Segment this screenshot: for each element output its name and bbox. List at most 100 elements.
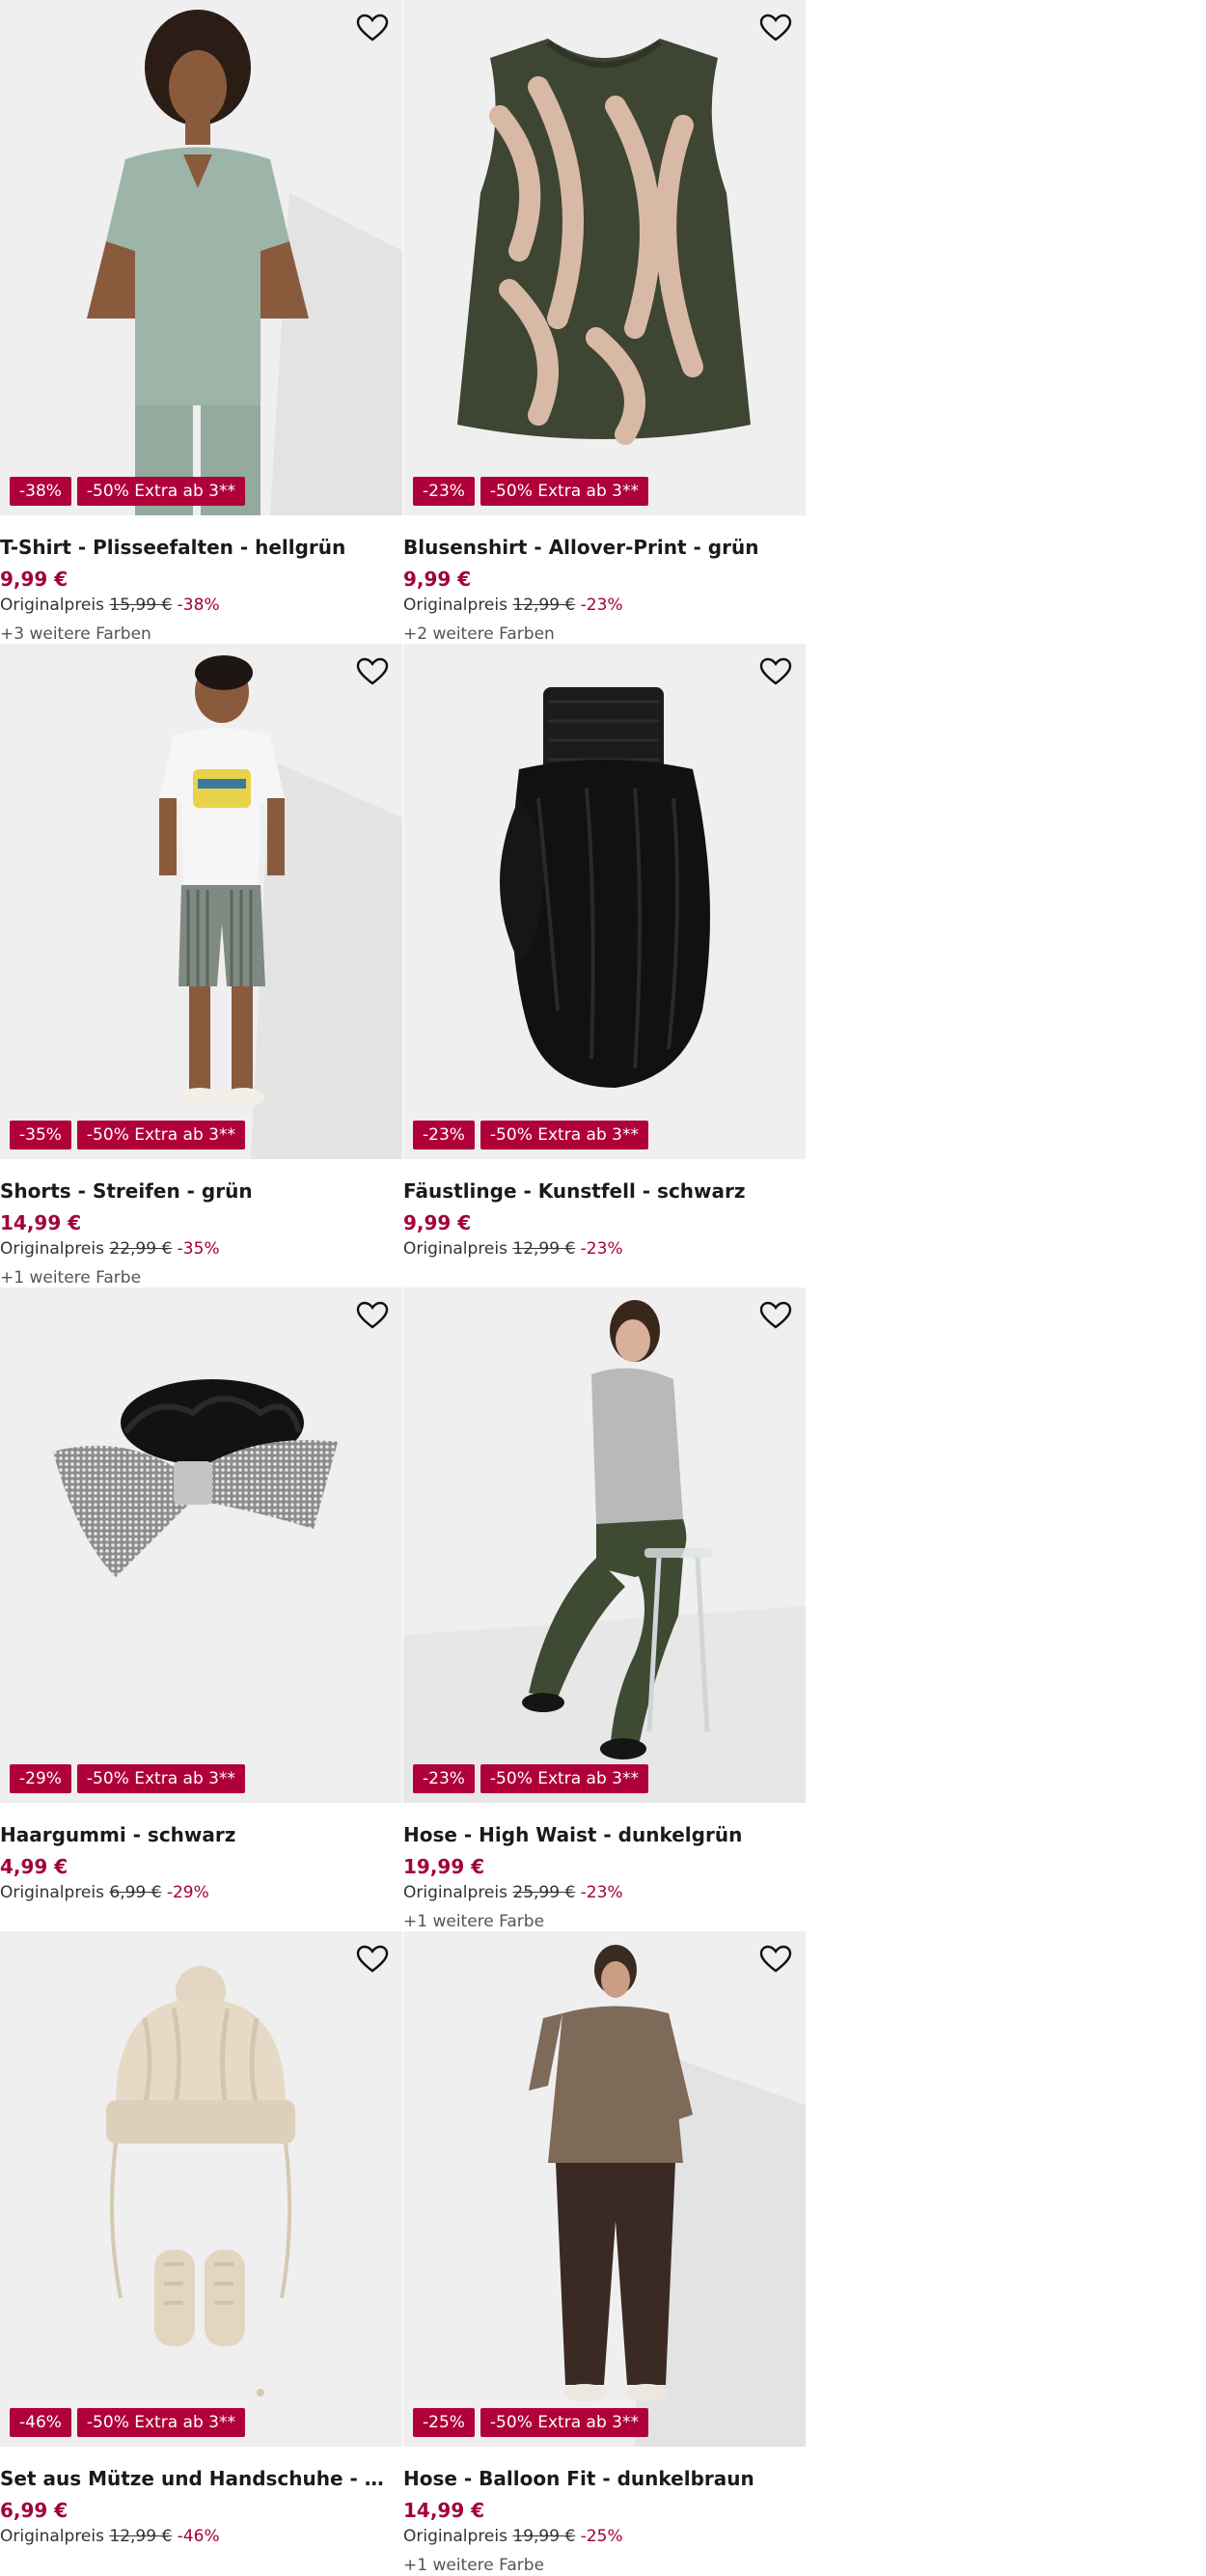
product-title[interactable]: T-Shirt - Plisseefalten - hellgrün [0, 535, 396, 560]
heart-icon[interactable] [356, 657, 389, 686]
badge-group: -25% -50% Extra ab 3** [413, 2408, 648, 2437]
original-price-line: Originalpreis 25,99 € -23% [403, 1882, 806, 1903]
original-price: 19,99 € [512, 2527, 576, 2546]
product-image[interactable]: -23% -50% Extra ab 3** [403, 644, 806, 1159]
original-price-label: Originalpreis [403, 596, 507, 615]
discount-percent: -23% [580, 596, 623, 615]
product-image[interactable]: -23% -50% Extra ab 3** [403, 1288, 806, 1803]
man-in-striped-shorts-image [0, 644, 402, 1159]
discount-percent: -38% [177, 596, 220, 615]
product-title[interactable]: Haargummi - schwarz [0, 1822, 396, 1847]
original-price-label: Originalpreis [0, 596, 104, 615]
heart-icon[interactable] [759, 1945, 792, 1974]
original-price: 15,99 € [109, 596, 173, 615]
product-price: 14,99 € [0, 1211, 82, 1234]
product-price: 9,99 € [0, 568, 69, 591]
original-price-line: Originalpreis 12,99 € -23% [403, 1238, 806, 1260]
product-image[interactable]: -29% -50% Extra ab 3** [0, 1288, 402, 1803]
product-price: 19,99 € [403, 1855, 485, 1878]
product-image[interactable]: -25% -50% Extra ab 3** [403, 1931, 806, 2447]
heart-icon[interactable] [759, 14, 792, 42]
original-price-line: Originalpreis 15,99 € -38% [0, 595, 402, 616]
product-title[interactable]: Hose - High Waist - dunkelgrün [403, 1822, 799, 1847]
more-colors-link[interactable]: +1 weitere Farbe [0, 1267, 402, 1288]
black-faux-fur-mitten-image [403, 644, 806, 1159]
original-price-line: Originalpreis 12,99 € -46% [0, 2526, 402, 2547]
product-card[interactable]: -25% -50% Extra ab 3** Hose - Balloon Fi… [403, 1931, 806, 2575]
beige-knit-hat-and-mittens-image [0, 1931, 402, 2447]
original-price: 12,99 € [109, 2527, 173, 2546]
extra-discount-badge: -50% Extra ab 3** [480, 1121, 648, 1150]
heart-icon[interactable] [759, 657, 792, 686]
product-price: 4,99 € [0, 1855, 69, 1878]
original-price-label: Originalpreis [403, 1239, 507, 1259]
woman-in-dark-green-pants-image [403, 1288, 806, 1803]
product-image[interactable]: -38% -50% Extra ab 3** [0, 0, 402, 515]
badge-group: -29% -50% Extra ab 3** [10, 1764, 245, 1793]
original-price: 25,99 € [512, 1883, 576, 1902]
heart-icon[interactable] [356, 14, 389, 42]
original-price: 12,99 € [512, 1239, 576, 1259]
product-card[interactable]: -38% -50% Extra ab 3** T-Shirt - Plissee… [0, 0, 402, 644]
discount-badge: -38% [10, 477, 71, 506]
product-card[interactable]: -23% -50% Extra ab 3** Fäustlinge - Kuns… [403, 644, 806, 1288]
discount-percent: -23% [580, 1883, 623, 1902]
more-colors-link[interactable]: +3 weitere Farben [0, 623, 402, 645]
product-card[interactable]: -23% -50% Extra ab 3** Hose - High Waist… [403, 1288, 806, 1931]
product-title[interactable]: Blusenshirt - Allover-Print - grün [403, 535, 799, 560]
woman-in-dark-brown-pants-image [403, 1931, 806, 2447]
product-grid: -38% -50% Extra ab 3** T-Shirt - Plissee… [0, 0, 806, 2575]
product-card[interactable]: -46% -50% Extra ab 3** Set aus Mütze und… [0, 1931, 402, 2575]
extra-discount-badge: -50% Extra ab 3** [76, 477, 245, 506]
heart-icon[interactable] [356, 1945, 389, 1974]
discount-badge: -29% [10, 1764, 71, 1793]
product-title[interactable]: Set aus Mütze und Handschuhe - Zopfstric… [0, 2466, 396, 2491]
heart-icon[interactable] [356, 1301, 389, 1330]
extra-discount-badge: -50% Extra ab 3** [76, 1121, 245, 1150]
original-price-label: Originalpreis [0, 2527, 104, 2546]
product-price: 6,99 € [0, 2499, 69, 2522]
product-card[interactable]: -35% -50% Extra ab 3** Shorts - Streifen… [0, 644, 402, 1288]
original-price-line: Originalpreis 6,99 € -29% [0, 1882, 402, 1903]
badge-group: -38% -50% Extra ab 3** [10, 477, 245, 506]
more-colors-link[interactable]: +1 weitere Farbe [403, 2555, 806, 2576]
original-price-line: Originalpreis 12,99 € -23% [403, 595, 806, 616]
product-image[interactable]: -23% -50% Extra ab 3** [403, 0, 806, 515]
green-leaf-print-blouse-image [403, 0, 806, 515]
original-price-label: Originalpreis [403, 2527, 507, 2546]
heart-icon[interactable] [759, 1301, 792, 1330]
product-title[interactable]: Fäustlinge - Kunstfell - schwarz [403, 1178, 799, 1204]
original-price: 22,99 € [109, 1239, 173, 1259]
product-image[interactable]: -46% -50% Extra ab 3** [0, 1931, 402, 2447]
product-title[interactable]: Shorts - Streifen - grün [0, 1178, 396, 1204]
discount-badge: -23% [413, 1121, 475, 1150]
badge-group: -23% -50% Extra ab 3** [413, 1764, 648, 1793]
original-price: 12,99 € [512, 596, 576, 615]
product-card[interactable]: -23% -50% Extra ab 3** Blusenshirt - All… [403, 0, 806, 644]
more-colors-link[interactable]: +1 weitere Farbe [403, 1911, 806, 1932]
product-title[interactable]: Hose - Balloon Fit - dunkelbraun [403, 2466, 799, 2491]
product-image[interactable]: -35% -50% Extra ab 3** [0, 644, 402, 1159]
discount-badge: -25% [413, 2408, 475, 2437]
discount-badge: -46% [10, 2408, 71, 2437]
more-colors-link[interactable]: +2 weitere Farben [403, 623, 806, 645]
product-price: 9,99 € [403, 568, 472, 591]
original-price-line: Originalpreis 19,99 € -25% [403, 2526, 806, 2547]
discount-badge: -23% [413, 477, 475, 506]
product-price: 9,99 € [403, 1211, 472, 1234]
scrunchie-with-rhinestone-bow-image [0, 1288, 402, 1803]
product-card[interactable]: -29% -50% Extra ab 3** Haargummi - schwa… [0, 1288, 402, 1931]
badge-group: -23% -50% Extra ab 3** [413, 477, 648, 506]
discount-percent: -46% [177, 2527, 220, 2546]
extra-discount-badge: -50% Extra ab 3** [76, 2408, 245, 2437]
badge-group: -23% -50% Extra ab 3** [413, 1121, 648, 1150]
discount-badge: -35% [10, 1121, 71, 1150]
original-price-label: Originalpreis [0, 1239, 104, 1259]
badge-group: -35% -50% Extra ab 3** [10, 1121, 245, 1150]
extra-discount-badge: -50% Extra ab 3** [480, 2408, 648, 2437]
extra-discount-badge: -50% Extra ab 3** [480, 1764, 648, 1793]
discount-percent: -35% [177, 1239, 220, 1259]
original-price: 6,99 € [109, 1883, 162, 1902]
product-price: 14,99 € [403, 2499, 485, 2522]
original-price-label: Originalpreis [0, 1883, 104, 1902]
